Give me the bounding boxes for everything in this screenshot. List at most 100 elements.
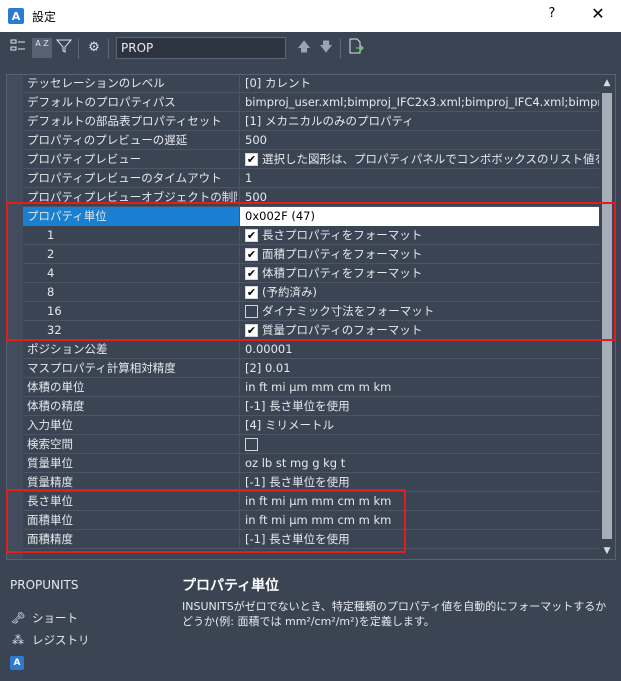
property-row[interactable]: プロパティ単位−0x002F (47) <box>23 207 599 226</box>
column-divider <box>239 454 240 473</box>
property-row[interactable]: 面積単位 in ft mi µm mm cm m km <box>23 511 599 530</box>
property-value[interactable]: in ft mi µm mm cm m km <box>245 379 599 396</box>
property-row[interactable]: テッセレーションのレベル [0] カレント <box>23 75 599 93</box>
property-value[interactable]: 500 <box>245 132 599 149</box>
property-value[interactable]: [1] メカニカルのみのプロパティ <box>245 113 599 130</box>
autocad-icon[interactable]: A <box>10 656 24 670</box>
property-row[interactable]: 体積の単位 in ft mi µm mm cm m km <box>23 378 599 397</box>
arrow-down-icon[interactable]: 🡇 <box>316 38 336 58</box>
property-row[interactable]: 検索空間 <box>23 435 599 454</box>
property-row[interactable]: 質量単位 oz lb st mg g kg t <box>23 454 599 473</box>
property-name: マスプロパティ計算相対精度 <box>27 361 176 375</box>
grid-gutter <box>7 75 23 559</box>
scroll-up-button[interactable]: ▲ <box>599 75 615 91</box>
scroll-thumb[interactable] <box>602 93 612 539</box>
property-value[interactable]: ✔ 体積プロパティをフォーマット <box>245 265 599 282</box>
checkbox-checked[interactable]: ✔ <box>245 286 258 299</box>
property-value[interactable]: [2] 0.01 <box>245 360 599 377</box>
property-value[interactable]: [-1] 長さ単位を使用 <box>245 531 599 548</box>
close-button[interactable]: ✕ <box>586 4 610 28</box>
property-value[interactable]: 0.00001 <box>245 341 599 358</box>
property-value[interactable]: bimproj_user.xml;bimproj_IFC2x3.xml;bimp… <box>245 94 599 111</box>
property-name: プロパティのプレビューの遅延 <box>27 133 188 147</box>
vertical-scrollbar[interactable]: ▲ ▼ <box>599 75 615 559</box>
property-value[interactable]: 1 <box>245 170 599 187</box>
checkbox-checked[interactable]: ✔ <box>245 153 258 166</box>
checkbox-unchecked[interactable] <box>245 438 258 451</box>
property-value[interactable] <box>245 436 599 453</box>
command-filter-input[interactable]: PROP <box>116 37 286 59</box>
shortcut-link[interactable]: 🗝 ショート <box>10 610 78 626</box>
property-row[interactable]: 2 ✔ 面積プロパティをフォーマット <box>23 245 599 264</box>
property-value[interactable]: [-1] 長さ単位を使用 <box>245 398 599 415</box>
property-row[interactable]: プロパティのプレビューの遅延 500 <box>23 131 599 150</box>
property-row[interactable]: 16 ダイナミック寸法をフォーマット <box>23 302 599 321</box>
checkbox-checked[interactable]: ✔ <box>245 248 258 261</box>
property-row[interactable]: 32 ✔ 質量プロパティのフォーマット <box>23 321 599 340</box>
property-row[interactable]: 1 ✔ 長さプロパティをフォーマット <box>23 226 599 245</box>
property-name: デフォルトのプロパティパス <box>27 95 176 109</box>
column-divider <box>239 511 240 530</box>
property-value[interactable]: ✔ (予約済み) <box>245 284 599 301</box>
property-value[interactable]: ✔ 選択した図形は、プロパティパネルでコンボボックスのリスト値をホバリングす <box>245 151 599 168</box>
column-divider <box>239 378 240 397</box>
column-divider <box>239 530 240 549</box>
property-row[interactable]: プロパティプレビューオブジェクトの制限 500 <box>23 188 599 207</box>
property-row[interactable]: デフォルトの部品表プロパティセット [1] メカニカルのみのプロパティ <box>23 112 599 131</box>
property-row[interactable]: 長さ単位 in ft mi µm mm cm m km <box>23 492 599 511</box>
property-name: 1 <box>47 228 55 242</box>
alphabetical-view-icon[interactable]: A Z <box>32 38 52 58</box>
help-button[interactable]: ? <box>540 6 564 26</box>
checkbox-checked[interactable]: ✔ <box>245 229 258 242</box>
property-value[interactable]: in ft mi µm mm cm m km <box>245 512 599 529</box>
column-divider <box>239 321 240 340</box>
registry-link[interactable]: ⁂ レジストリ <box>10 632 90 648</box>
gear-icon[interactable]: ⚙ <box>84 38 104 58</box>
property-row[interactable]: 8 ✔ (予約済み) <box>23 283 599 302</box>
property-value[interactable]: in ft mi µm mm cm m km <box>245 493 599 510</box>
help-title: プロパティ単位 <box>182 578 280 594</box>
property-name: ポジション公差 <box>27 342 108 356</box>
property-row[interactable]: プロパティプレビュー ✔ 選択した図形は、プロパティパネルでコンボボックスのリスト値… <box>23 150 599 169</box>
property-row[interactable]: 4 ✔ 体積プロパティをフォーマット <box>23 264 599 283</box>
property-name: 8 <box>47 285 55 299</box>
property-value[interactable]: [0] カレント <box>245 75 599 92</box>
checkbox-checked[interactable]: ✔ <box>245 324 258 337</box>
property-row[interactable]: 質量精度 [-1] 長さ単位を使用 <box>23 473 599 492</box>
property-name: プロパティプレビューのタイムアウト <box>27 171 222 185</box>
property-row[interactable]: デフォルトのプロパティパス bimproj_user.xml;bimproj_IF… <box>23 93 599 112</box>
checkbox-checked[interactable]: ✔ <box>245 267 258 280</box>
property-row[interactable]: マスプロパティ計算相対精度 [2] 0.01 <box>23 359 599 378</box>
property-value[interactable]: ✔ 質量プロパティのフォーマット <box>245 322 599 339</box>
shortcut-label: ショート <box>32 611 78 625</box>
property-value[interactable]: ✔ 長さプロパティをフォーマット <box>245 227 599 244</box>
property-value[interactable]: 0x002F (47) <box>245 208 599 225</box>
property-grid: テッセレーションのレベル [0] カレントデフォルトのプロパティパス bimproj… <box>6 74 616 560</box>
property-name: 検索空間 <box>27 437 73 451</box>
property-name: 面積精度 <box>27 532 73 546</box>
property-row[interactable]: プロパティプレビューのタイムアウト 1 <box>23 169 599 188</box>
column-divider <box>239 207 240 226</box>
property-value[interactable]: oz lb st mg g kg t <box>245 455 599 472</box>
checkbox-label: (予約済み) <box>262 285 317 299</box>
export-icon[interactable] <box>346 38 366 58</box>
checkbox-unchecked[interactable] <box>245 305 258 318</box>
property-row[interactable]: 体積の精度 [-1] 長さ単位を使用 <box>23 397 599 416</box>
property-value[interactable]: [-1] 長さ単位を使用 <box>245 474 599 491</box>
property-name: 入力単位 <box>27 418 73 432</box>
property-value[interactable]: [4] ミリメートル <box>245 417 599 434</box>
scroll-down-button[interactable]: ▼ <box>599 543 615 559</box>
property-value[interactable]: ✔ 面積プロパティをフォーマット <box>245 246 599 263</box>
property-value[interactable]: 500 <box>245 189 599 206</box>
categorized-view-icon[interactable] <box>8 38 28 58</box>
arrow-up-icon[interactable]: 🡅 <box>294 38 314 58</box>
property-value[interactable]: ダイナミック寸法をフォーマット <box>245 303 599 320</box>
property-row[interactable]: 面積精度 [-1] 長さ単位を使用 <box>23 530 599 549</box>
filter-icon[interactable] <box>54 38 74 58</box>
property-row[interactable]: ポジション公差 0.00001 <box>23 340 599 359</box>
checkbox-label: 質量プロパティのフォーマット <box>262 323 423 337</box>
column-divider <box>239 416 240 435</box>
property-name: 体積の単位 <box>27 380 85 394</box>
column-divider <box>239 188 240 207</box>
property-row[interactable]: 入力単位 [4] ミリメートル <box>23 416 599 435</box>
